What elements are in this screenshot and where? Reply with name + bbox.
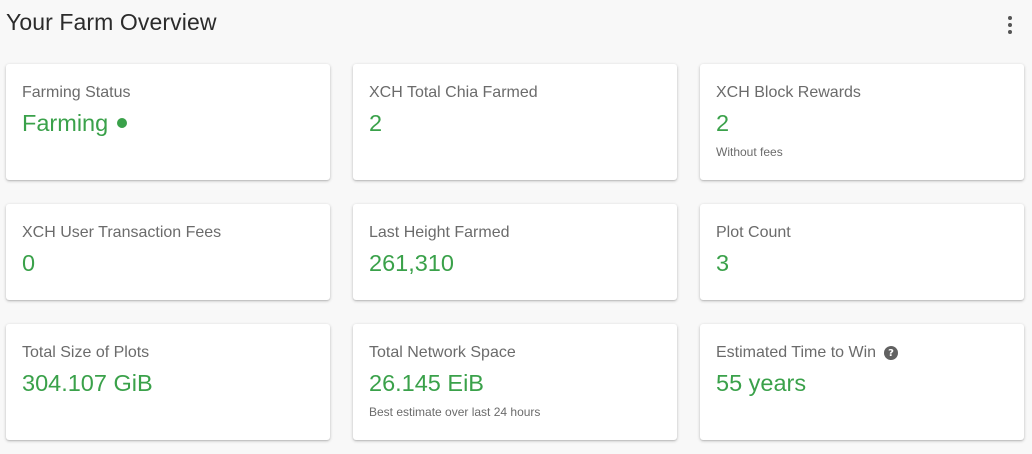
card-title: XCH User Transaction Fees [22, 224, 222, 241]
card-title: Total Network Space [369, 344, 516, 361]
stats-grid: Farming Status Farming XCH Total Chia Fa… [6, 64, 1024, 440]
page-title: Your Farm Overview [6, 9, 217, 35]
card-value: 55 years [716, 369, 807, 396]
card-title: Plot Count [716, 224, 791, 241]
card-estimated-time-to-win: Estimated Time to Win ? 55 years [700, 324, 1024, 440]
more-options-button[interactable] [998, 12, 1022, 38]
card-title: XCH Block Rewards [716, 84, 861, 101]
card-subtitle: Best estimate over last 24 hours [369, 405, 541, 419]
card-user-transaction-fees: XCH User Transaction Fees 0 [6, 204, 330, 300]
card-value: Farming [22, 109, 314, 137]
card-title: Last Height Farmed [369, 224, 510, 241]
card-farming-status: Farming Status Farming [6, 64, 330, 180]
card-value: 3 [716, 249, 730, 276]
card-title: Farming Status [22, 84, 131, 101]
card-value: 261,310 [369, 249, 454, 276]
card-value: 2 [369, 109, 383, 136]
more-vert-icon [1008, 16, 1012, 20]
farming-status-value: Farming [22, 109, 109, 136]
card-subtitle: Without fees [716, 145, 783, 159]
card-title: XCH Total Chia Farmed [369, 84, 538, 101]
card-last-height-farmed: Last Height Farmed 261,310 [353, 204, 677, 300]
card-total-network-space: Total Network Space 26.145 EiB Best esti… [353, 324, 677, 440]
card-value: 2 [716, 109, 730, 136]
card-title: Estimated Time to Win ? [716, 343, 1008, 363]
farm-overview-page: Your Farm Overview Farming Status Farmin… [0, 0, 1032, 454]
card-total-size-of-plots: Total Size of Plots 304.107 GiB [6, 324, 330, 440]
help-icon[interactable]: ? [884, 346, 899, 360]
status-dot-icon [117, 118, 128, 128]
card-value: 304.107 GiB [22, 369, 153, 396]
card-plot-count: Plot Count 3 [700, 204, 1024, 300]
card-title: Total Size of Plots [22, 344, 150, 361]
card-title-text: Estimated Time to Win [716, 344, 877, 361]
card-value: 0 [22, 249, 36, 276]
card-value: 26.145 EiB [369, 369, 484, 396]
card-total-chia-farmed: XCH Total Chia Farmed 2 [353, 64, 677, 180]
card-block-rewards: XCH Block Rewards 2 Without fees [700, 64, 1024, 180]
